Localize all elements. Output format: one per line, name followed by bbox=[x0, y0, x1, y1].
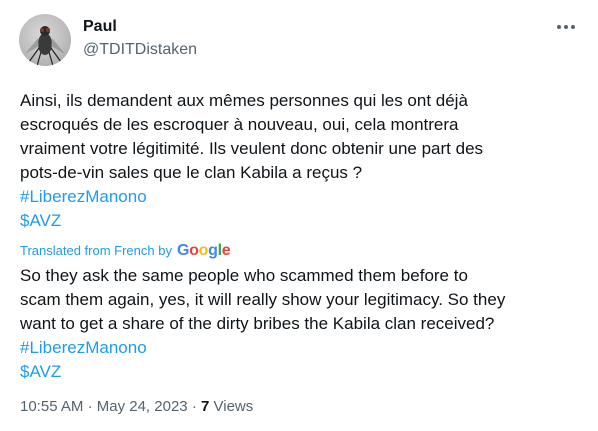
fly-photo-icon bbox=[25, 26, 65, 66]
separator: · bbox=[191, 398, 197, 415]
more-options-button[interactable] bbox=[552, 16, 580, 38]
text-line: want to get a share of the dirty bribes … bbox=[20, 314, 495, 333]
tweet: Paul @TDITDistaken Ainsi, ils demandent … bbox=[0, 0, 598, 431]
hashtag-link[interactable]: #LiberezManono bbox=[20, 336, 580, 360]
translation-attribution[interactable]: Translated from French by Google bbox=[20, 241, 231, 261]
text-line: escroqués de les escroquer à nouveau, ou… bbox=[20, 115, 459, 134]
text-line: pots-de-vin sales que le clan Kabila a r… bbox=[20, 163, 363, 182]
tweet-date[interactable]: May 24, 2023 bbox=[97, 398, 188, 415]
text-line: So they ask the same people who scammed … bbox=[20, 266, 468, 285]
tweet-text-translation: So they ask the same people who scammed … bbox=[20, 264, 580, 384]
cashtag-link[interactable]: $AVZ bbox=[20, 209, 580, 233]
more-horizontal-icon bbox=[557, 25, 575, 29]
tweet-time[interactable]: 10:55 AM bbox=[20, 398, 83, 415]
author-handle[interactable]: @TDITDistaken bbox=[83, 40, 197, 60]
text-line: scam them again, yes, it will really sho… bbox=[20, 290, 506, 309]
google-logo: Google bbox=[176, 242, 231, 259]
tweet-meta: 10:55 AM · May 24, 2023 · 7 Views bbox=[20, 397, 253, 417]
text-line: Ainsi, ils demandent aux mêmes personnes… bbox=[20, 91, 468, 110]
cashtag-link[interactable]: $AVZ bbox=[20, 360, 580, 384]
hashtag-link[interactable]: #LiberezManono bbox=[20, 185, 580, 209]
separator: · bbox=[87, 398, 93, 415]
tweet-text-original: Ainsi, ils demandent aux mêmes personnes… bbox=[20, 89, 580, 233]
translation-label: Translated from French by bbox=[20, 243, 172, 258]
views-label: Views bbox=[213, 398, 254, 415]
text-line: vraiment votre légitimité. Ils veulent d… bbox=[20, 139, 484, 158]
avatar[interactable] bbox=[19, 14, 71, 66]
views-count[interactable]: 7 bbox=[201, 398, 209, 415]
author-name[interactable]: Paul bbox=[83, 17, 117, 37]
